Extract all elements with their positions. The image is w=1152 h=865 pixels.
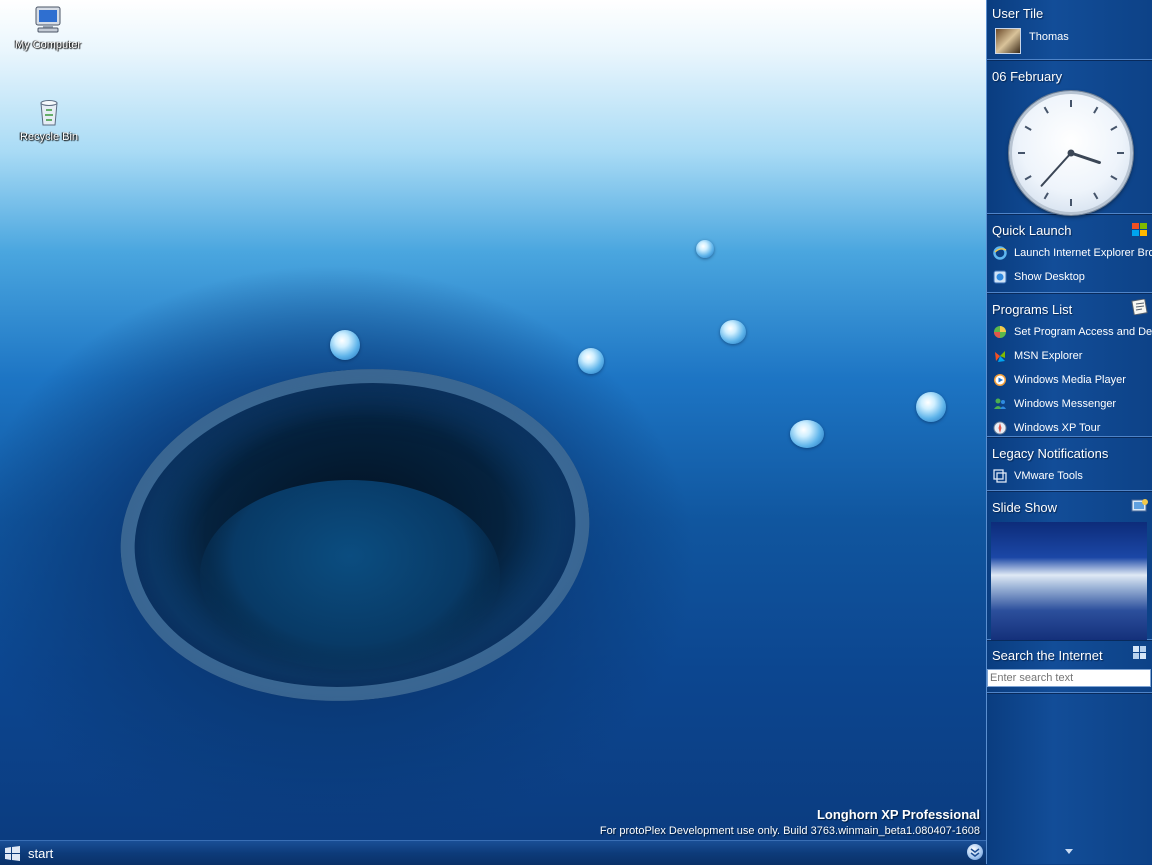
clock-face[interactable] [1009,91,1133,215]
search-tile: Search the Internet [987,640,1152,693]
wallpaper-splash-inner [200,480,500,670]
clock-dial [1018,100,1124,206]
program-access-icon [993,325,1007,339]
program-item-label: Windows Media Player [1014,374,1126,386]
desktop-icon-label: Recycle Bin [19,131,79,143]
program-item-label: MSN Explorer [1014,350,1083,362]
wallpaper-droplet [790,420,824,448]
msn-explorer-icon [993,349,1007,363]
clock-tick [1024,175,1032,181]
my-computer-icon [32,4,64,36]
clock-hour-hand [1069,151,1101,165]
search-input[interactable] [987,669,1151,687]
tray-chevron-down-icon[interactable] [967,844,983,860]
program-item[interactable]: Windows Media Player [987,368,1152,392]
watermark-title: Longhorn XP Professional [816,807,980,822]
clock-tick [1093,192,1099,200]
quick-launch-item-label: Launch Internet Explorer Browser [1014,247,1152,259]
legacy-notifications-title: Legacy Notifications [992,446,1109,461]
clock-tick [1110,175,1118,181]
program-item-label: Windows Messenger [1014,398,1117,410]
quick-launch-title: Quick Launch [992,223,1072,238]
user-name: Thomas [1029,31,1069,43]
taskbar: start [0,840,986,865]
programs-list-notepad-icon[interactable] [1131,298,1149,316]
user-entry[interactable]: Thomas [987,24,1152,58]
programs-list-tile: Programs List Set Program Access and Def… [987,293,1152,437]
start-button[interactable]: start [4,843,53,863]
user-tile: User Tile Thomas [987,0,1152,60]
watermark-build: For protoPlex Development use only. Buil… [599,825,980,837]
slide-show-photo-icon[interactable] [1131,498,1149,514]
clock-tick [1043,192,1049,200]
quick-launch-windows-icon[interactable] [1131,222,1149,238]
internet-explorer-icon [993,246,1007,260]
user-tile-title: User Tile [992,6,1044,21]
search-title: Search the Internet [992,648,1103,663]
wallpaper-droplet [330,330,360,360]
clock-minute-hand [1040,152,1072,187]
clock-date: 06 February [992,69,1063,84]
slide-show-title: Slide Show [992,500,1058,515]
quick-launch-item-label: Show Desktop [1014,271,1085,283]
build-watermark: Longhorn XP Professional For protoPlex D… [600,807,980,837]
wallpaper-droplet [696,240,714,258]
quick-launch-item-ie[interactable]: Launch Internet Explorer Browser [987,241,1152,265]
program-item-label: Windows XP Tour [1014,422,1101,434]
avatar [995,28,1021,54]
wallpaper-droplet [578,348,604,374]
search-windows-icon[interactable] [1131,644,1149,660]
slide-show-image[interactable] [991,522,1147,640]
sidebar: User Tile Thomas 06 February Quick Launc… [986,0,1152,864]
wallpaper-droplet [916,392,946,422]
slide-show-tile: Slide Show [987,491,1152,640]
desktop: My Computer Recycle Bin Longhorn XP Prof… [0,0,986,840]
clock-tick [1093,106,1099,114]
notification-item-label: VMware Tools [1014,470,1083,482]
desktop-icon-recycle-bin[interactable]: Recycle Bin [9,96,89,143]
windows-logo-icon [4,845,21,861]
notification-item-vmware[interactable]: VMware Tools [987,464,1152,488]
quick-launch-item-show-desktop[interactable]: Show Desktop [987,265,1152,289]
clock-tick [1024,125,1032,131]
show-desktop-icon [993,270,1007,284]
desktop-icon-my-computer[interactable]: My Computer [8,4,88,51]
clock-tick [1110,125,1118,131]
messenger-icon [993,397,1007,411]
start-label: start [28,845,54,861]
program-item[interactable]: Set Program Access and Defaults [987,320,1152,344]
vmware-tools-icon [993,469,1007,483]
wallpaper-droplet [720,320,746,344]
program-item[interactable]: MSN Explorer [987,344,1152,368]
clock-tick [1043,106,1049,114]
programs-list-title: Programs List [992,302,1073,317]
media-player-icon [993,373,1007,387]
clock-tile: 06 February [987,60,1152,215]
sidebar-scroll-down-icon[interactable] [1065,849,1073,854]
desktop-icon-label: My Computer [14,39,82,51]
recycle-bin-icon [33,96,65,128]
program-item-label: Set Program Access and Defaults [1014,326,1152,338]
quick-launch-tile: Quick Launch Launch Internet Explorer Br… [987,214,1152,293]
legacy-notifications-tile: Legacy Notifications VMware Tools [987,437,1152,491]
xp-tour-icon [993,421,1007,435]
program-item[interactable]: Windows Messenger [987,392,1152,416]
